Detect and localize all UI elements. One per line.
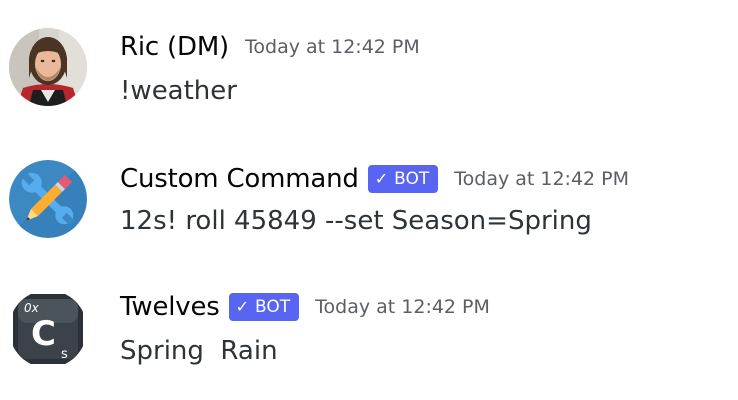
bot-tag: ✓ BOT [367,165,439,193]
timestamp[interactable]: Today at 12:42 PM [315,296,490,318]
message-content: Spring Rain [120,336,278,366]
message-header: Ric (DM) Today at 12:42 PM [120,32,420,62]
avatar[interactable] [9,28,87,106]
username[interactable]: Twelves [120,292,220,322]
message-header: Twelves ✓ BOT Today at 12:42 PM [120,292,490,322]
message-content: !weather [120,76,237,106]
bot-tag-label: BOT [394,169,430,189]
svg-text:s: s [61,347,68,362]
tools-icon [9,160,87,238]
checkmark-icon: ✓ [235,297,249,316]
checkmark-icon: ✓ [374,169,389,188]
message-content: 12s! roll 45849 --set Season=Spring [120,206,592,236]
svg-text:C: C [31,314,56,354]
bot-tag: ✓ BOT [228,293,300,321]
user-photo-icon [9,28,87,106]
svg-text:0x: 0x [24,301,40,315]
twelves-logo-icon: 0x C s [9,290,87,368]
avatar[interactable]: 0x C s [9,290,87,368]
username[interactable]: Ric (DM) [120,32,229,62]
timestamp[interactable]: Today at 12:42 PM [245,36,420,58]
username[interactable]: Custom Command [120,164,359,194]
bot-tag-label: BOT [255,297,291,317]
avatar[interactable] [9,160,87,238]
timestamp[interactable]: Today at 12:42 PM [454,168,629,190]
message-header: Custom Command ✓ BOT Today at 12:42 PM [120,164,629,194]
